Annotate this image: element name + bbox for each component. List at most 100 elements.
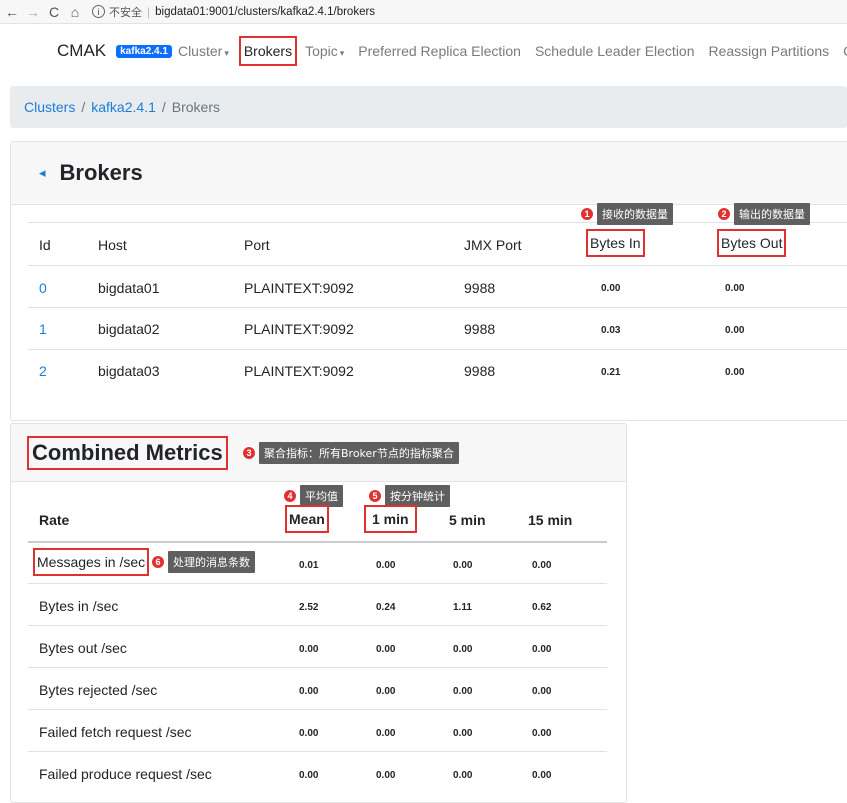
address-separator: | (147, 4, 151, 19)
home-icon[interactable]: ⌂ (66, 4, 84, 20)
metric-rate-label: Bytes in /sec (39, 598, 119, 614)
nav-topic-label: Topic (305, 43, 338, 59)
metric-15min: 0.00 (532, 560, 552, 571)
broker-id-link[interactable]: 0 (39, 280, 47, 296)
nav-brokers[interactable]: Brokers (238, 36, 298, 66)
metric-1min: 0.00 (376, 770, 396, 781)
col-header-port[interactable]: Port (244, 237, 270, 253)
table-divider (28, 667, 607, 668)
col-header-15min[interactable]: 15 min (528, 512, 572, 528)
broker-host: bigdata03 (98, 363, 160, 379)
metric-rate-label: Failed produce request /sec (39, 766, 212, 782)
broker-id-link[interactable]: 2 (39, 363, 47, 379)
metric-15min: 0.00 (532, 644, 552, 655)
reload-icon[interactable]: C (45, 4, 63, 20)
info-icon[interactable]: i (92, 5, 105, 18)
broker-host: bigdata02 (98, 321, 160, 337)
metric-mean: 2.52 (299, 602, 319, 613)
brand-logo[interactable]: CMAK (57, 41, 106, 61)
metric-15min: 0.62 (532, 602, 552, 613)
table-divider (28, 709, 607, 710)
version-badge: kafka2.4.1 (116, 44, 172, 58)
col-header-bytes-out[interactable]: Bytes Out (717, 229, 787, 257)
broker-port: PLAINTEXT:9092 (244, 363, 354, 379)
top-navbar: CMAK kafka2.4.1 Cluster ▾ Brokers Topic ▾ … (0, 24, 847, 78)
metric-5min: 0.00 (453, 770, 473, 781)
breadcrumb: Clusters / kafka2.4.1 / Brokers (10, 86, 847, 128)
forward-arrow-icon[interactable]: → (24, 4, 42, 20)
broker-bytes-out: 0.00 (725, 283, 745, 294)
back-icon[interactable]: ◂ (39, 165, 46, 181)
nav-preferred-replica-election[interactable]: Preferred Replica Election (358, 43, 521, 59)
metric-mean: 0.00 (299, 686, 319, 697)
annotation-2: 2 输出的数据量 (717, 203, 810, 225)
broker-bytes-in: 0.03 (601, 325, 621, 336)
address-bar[interactable]: i 不安全 | bigdata01:9001/clusters/kafka2.4… (92, 4, 375, 20)
brokers-title: Brokers (59, 160, 143, 185)
annotation-text: 按分钟统计 (385, 485, 450, 507)
annotation-text: 平均值 (300, 485, 343, 507)
metric-mean: 0.00 (299, 728, 319, 739)
nav-reassign-partitions[interactable]: Reassign Partitions (709, 43, 830, 59)
table-divider (28, 541, 607, 543)
broker-bytes-out: 0.00 (725, 325, 745, 336)
nav-schedule-leader-election[interactable]: Schedule Leader Election (535, 43, 695, 59)
browser-toolbar: ← → C ⌂ i 不安全 | bigdata01:9001/clusters/… (0, 0, 847, 24)
metric-rate-label: Failed fetch request /sec (39, 724, 192, 740)
metric-mean: 0.00 (299, 644, 319, 655)
annotation-number: 4 (283, 489, 297, 503)
metric-1min: 0.00 (376, 644, 396, 655)
table-divider (28, 751, 607, 752)
annotation-text: 聚合指标：所有Broker节点的指标聚合 (259, 442, 459, 464)
metric-5min: 0.00 (453, 644, 473, 655)
nav-truncated-item[interactable]: C (843, 43, 847, 59)
annotation-number: 5 (368, 489, 382, 503)
metric-rate-label: Bytes rejected /sec (39, 682, 158, 698)
col-header-mean[interactable]: Mean (285, 505, 329, 533)
table-divider (28, 349, 847, 350)
metric-mean: 0.00 (299, 770, 319, 781)
nav-cluster[interactable]: Cluster ▾ (178, 43, 229, 59)
url-text[interactable]: bigdata01:9001/clusters/kafka2.4.1/broke… (155, 6, 375, 18)
breadcrumb-separator: / (81, 99, 86, 115)
nav-cluster-label: Cluster (177, 43, 223, 59)
nav-topic[interactable]: Topic ▾ (305, 43, 344, 59)
broker-id-link[interactable]: 1 (39, 321, 47, 337)
col-header-bytes-in[interactable]: Bytes In (586, 229, 645, 257)
broker-bytes-out: 0.00 (725, 367, 745, 378)
annotation-6: 6 处理的消息条数 (151, 551, 255, 573)
broker-host: bigdata01 (98, 280, 160, 296)
annotation-number: 3 (242, 446, 256, 460)
metric-5min: 0.00 (453, 728, 473, 739)
metric-rate-label: Bytes out /sec (39, 640, 127, 656)
col-header-id[interactable]: Id (39, 237, 51, 253)
broker-jmx-port: 9988 (464, 280, 496, 296)
chevron-down-icon: ▾ (339, 48, 345, 58)
metric-mean: 0.01 (299, 560, 319, 571)
broker-bytes-in: 0.21 (601, 367, 621, 378)
metric-15min: 0.00 (532, 686, 552, 697)
breadcrumb-cluster[interactable]: kafka2.4.1 (91, 99, 156, 115)
back-arrow-icon[interactable]: ← (3, 4, 21, 20)
annotation-text: 处理的消息条数 (168, 551, 255, 573)
col-header-host[interactable]: Host (98, 237, 127, 253)
col-header-jmx-port[interactable]: JMX Port (464, 237, 522, 253)
broker-jmx-port: 9988 (464, 321, 496, 337)
metric-5min: 0.00 (453, 560, 473, 571)
breadcrumb-clusters[interactable]: Clusters (24, 99, 75, 115)
col-header-5min[interactable]: 5 min (449, 512, 486, 528)
table-divider (28, 625, 607, 626)
annotation-number: 6 (151, 555, 165, 569)
col-header-rate[interactable]: Rate (39, 512, 69, 528)
annotation-4: 4 平均值 (283, 485, 343, 507)
broker-jmx-port: 9988 (464, 363, 496, 379)
metric-1min: 0.24 (376, 602, 396, 613)
annotation-5: 5 按分钟统计 (368, 485, 450, 507)
table-divider (28, 307, 847, 308)
col-header-1min[interactable]: 1 min (364, 505, 417, 533)
breadcrumb-separator: / (161, 99, 166, 115)
brokers-card-header: ◂ Brokers (11, 142, 847, 205)
metrics-title: Combined Metrics (27, 435, 228, 470)
annotation-text: 接收的数据量 (597, 203, 673, 225)
annotation-number: 1 (580, 207, 594, 221)
